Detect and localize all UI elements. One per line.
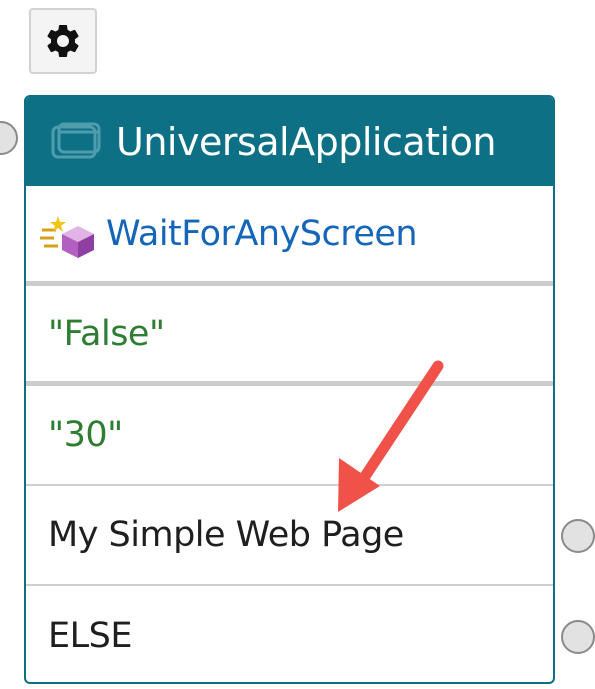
output-port-my-simple-web-page[interactable] [561, 519, 595, 553]
application-window-icon [51, 122, 101, 158]
output-port-else[interactable] [561, 620, 595, 654]
param-row-2[interactable]: "30" [26, 386, 553, 486]
node-header[interactable]: UniversalApplication [26, 97, 553, 186]
action-label: WaitForAnyScreen [106, 213, 418, 254]
wait-for-screen-icon [40, 215, 94, 258]
exit-row-else[interactable]: ELSE [26, 586, 553, 682]
param-row-1[interactable]: "False" [26, 286, 553, 386]
input-port[interactable] [0, 121, 18, 155]
node-title: UniversalApplication [116, 119, 496, 164]
universal-application-node[interactable]: UniversalApplication WaitForAnyScreen "F… [24, 95, 555, 684]
settings-button[interactable] [29, 8, 97, 74]
exit-label: ELSE [48, 616, 132, 656]
exit-label: My Simple Web Page [48, 515, 404, 555]
gear-icon [47, 24, 79, 57]
action-row[interactable]: WaitForAnyScreen [26, 186, 553, 286]
exit-row-my-simple-web-page[interactable]: My Simple Web Page [26, 486, 553, 586]
param-value: "30" [48, 415, 123, 455]
param-value: "False" [48, 313, 165, 354]
canvas: UniversalApplication WaitForAnyScreen "F… [0, 0, 595, 689]
